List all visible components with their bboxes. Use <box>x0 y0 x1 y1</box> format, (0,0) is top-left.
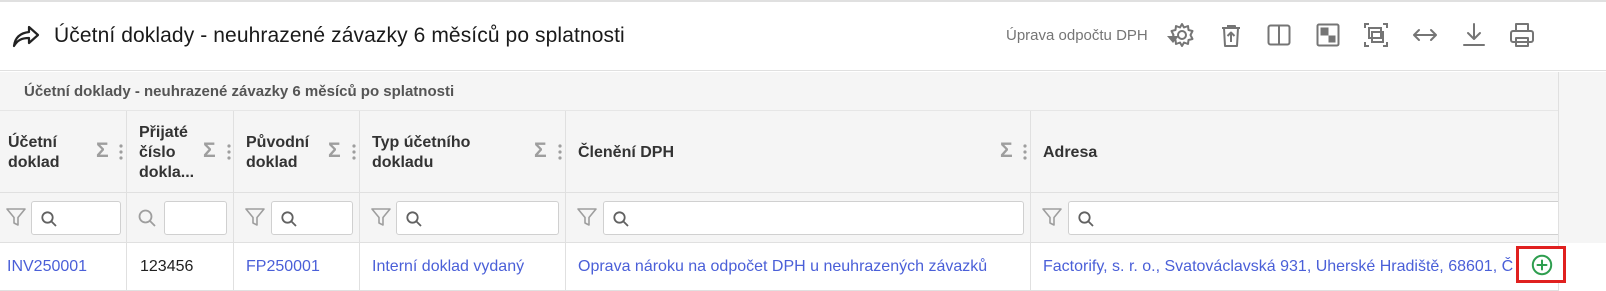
action-select[interactable]: Úprava odpočtu DPH <box>1006 27 1148 44</box>
column-label-line: Přijaté <box>139 124 188 141</box>
filter-input-typ-dokladu[interactable] <box>396 201 559 235</box>
search-icon <box>406 211 422 227</box>
filter-input-prijate-cislo[interactable] <box>164 201 227 235</box>
column-menu-icon[interactable] <box>558 144 562 160</box>
filter-icon[interactable] <box>576 206 598 228</box>
column-label-line: doklad <box>8 154 60 171</box>
search-icon <box>41 211 57 227</box>
column-divider <box>233 243 234 291</box>
search-icon <box>138 209 156 227</box>
column-label-line: Členění DPH <box>578 144 675 161</box>
cell-adresa-link[interactable]: Factorify, s. r. o., Svatováclavská 931,… <box>1043 243 1558 291</box>
plus-circle-icon <box>1531 254 1553 276</box>
column-divider <box>359 243 360 291</box>
column-header-cleneni-dph[interactable]: Členění DPH Σ <box>566 111 1030 193</box>
cell-prijate-cislo: 123456 <box>140 258 194 275</box>
column-header-typ-dokladu[interactable]: Typ účetního dokladu Σ <box>360 111 565 193</box>
page-title: Účetní doklady - neuhrazené závazky 6 mě… <box>54 24 625 47</box>
filter-input-ucetni-doklad[interactable] <box>31 201 121 235</box>
filter-icon[interactable] <box>370 206 392 228</box>
column-label-line: číslo <box>139 144 176 161</box>
sum-icon[interactable]: Σ <box>96 140 109 161</box>
layout-quadrant-icon[interactable] <box>1314 21 1342 49</box>
column-label-line: dokladu <box>372 154 434 171</box>
data-grid: Účetní doklady - neuhrazené závazky 6 mě… <box>0 72 1606 291</box>
split-view-icon[interactable] <box>1265 21 1293 49</box>
cell-typ-dokladu-link[interactable]: Interní doklad vydaný <box>372 243 562 291</box>
filter-icon[interactable] <box>244 206 266 228</box>
search-icon <box>281 211 297 227</box>
filter-input-cleneni-dph[interactable] <box>603 201 1024 235</box>
column-menu-icon[interactable] <box>227 144 231 160</box>
filter-cell <box>360 193 565 243</box>
column-menu-icon[interactable] <box>1023 144 1027 160</box>
column-header-prijate-cislo[interactable]: Přijaté číslo dokla... Σ <box>127 111 233 193</box>
filter-input-adresa[interactable] <box>1068 201 1558 235</box>
share-icon[interactable] <box>12 24 40 50</box>
column-header-adresa[interactable]: Adresa <box>1031 111 1558 193</box>
group-title: Účetní doklady - neuhrazené závazky 6 mě… <box>24 83 455 100</box>
sum-icon[interactable]: Σ <box>328 140 341 161</box>
filter-icon[interactable] <box>1041 206 1063 228</box>
add-row-button[interactable] <box>1516 246 1566 283</box>
search-icon <box>613 211 629 227</box>
expand-width-icon[interactable] <box>1411 21 1439 49</box>
settings-icon[interactable] <box>1168 21 1196 49</box>
column-menu-icon[interactable] <box>352 144 356 160</box>
column-header-row: Účetní doklad Σ Přijaté číslo dokla... Σ… <box>0 111 1558 193</box>
column-header-puvodni-doklad[interactable]: Původní doklad Σ <box>234 111 359 193</box>
column-label-line: Typ účetního <box>372 134 471 151</box>
filter-icon[interactable] <box>5 206 27 228</box>
column-label-line: Původní <box>246 134 310 151</box>
filter-cell <box>1031 193 1558 243</box>
sum-icon[interactable]: Σ <box>1000 140 1013 161</box>
column-divider <box>1030 243 1031 291</box>
column-label-line: dokla... <box>139 164 195 181</box>
filter-input-puvodni-doklad[interactable] <box>271 201 353 235</box>
column-divider <box>126 243 127 291</box>
download-icon[interactable] <box>1460 21 1488 49</box>
fit-frame-icon[interactable] <box>1362 21 1390 49</box>
filter-cell <box>127 193 233 243</box>
archive-delete-icon[interactable] <box>1217 21 1245 49</box>
search-icon <box>1078 211 1094 227</box>
filter-cell <box>0 193 126 243</box>
cell-puvodni-doklad-link[interactable]: FP250001 <box>246 243 356 291</box>
column-label-line: Adresa <box>1043 144 1098 161</box>
sum-icon[interactable]: Σ <box>534 140 547 161</box>
column-header-ucetni-doklad[interactable]: Účetní doklad Σ <box>0 111 126 193</box>
cell-cleneni-dph-link[interactable]: Oprava nároku na odpočet DPH u neuhrazen… <box>578 243 1026 291</box>
group-header-row: Účetní doklady - neuhrazené závazky 6 mě… <box>0 72 1558 111</box>
table-row[interactable]: INV250001 123456 FP250001 Interní doklad… <box>0 243 1558 291</box>
filter-row <box>0 193 1558 243</box>
filter-cell <box>566 193 1030 243</box>
sum-icon[interactable]: Σ <box>203 140 216 161</box>
column-label-line: Účetní <box>8 134 57 151</box>
column-divider <box>565 243 566 291</box>
page-header: Účetní doklady - neuhrazené závazky 6 mě… <box>0 2 1606 71</box>
cell-ucetni-doklad-link[interactable]: INV250001 <box>7 243 122 291</box>
print-icon[interactable] <box>1508 21 1536 49</box>
column-menu-icon[interactable] <box>119 144 123 160</box>
column-label-line: doklad <box>246 154 298 171</box>
filter-cell <box>234 193 359 243</box>
